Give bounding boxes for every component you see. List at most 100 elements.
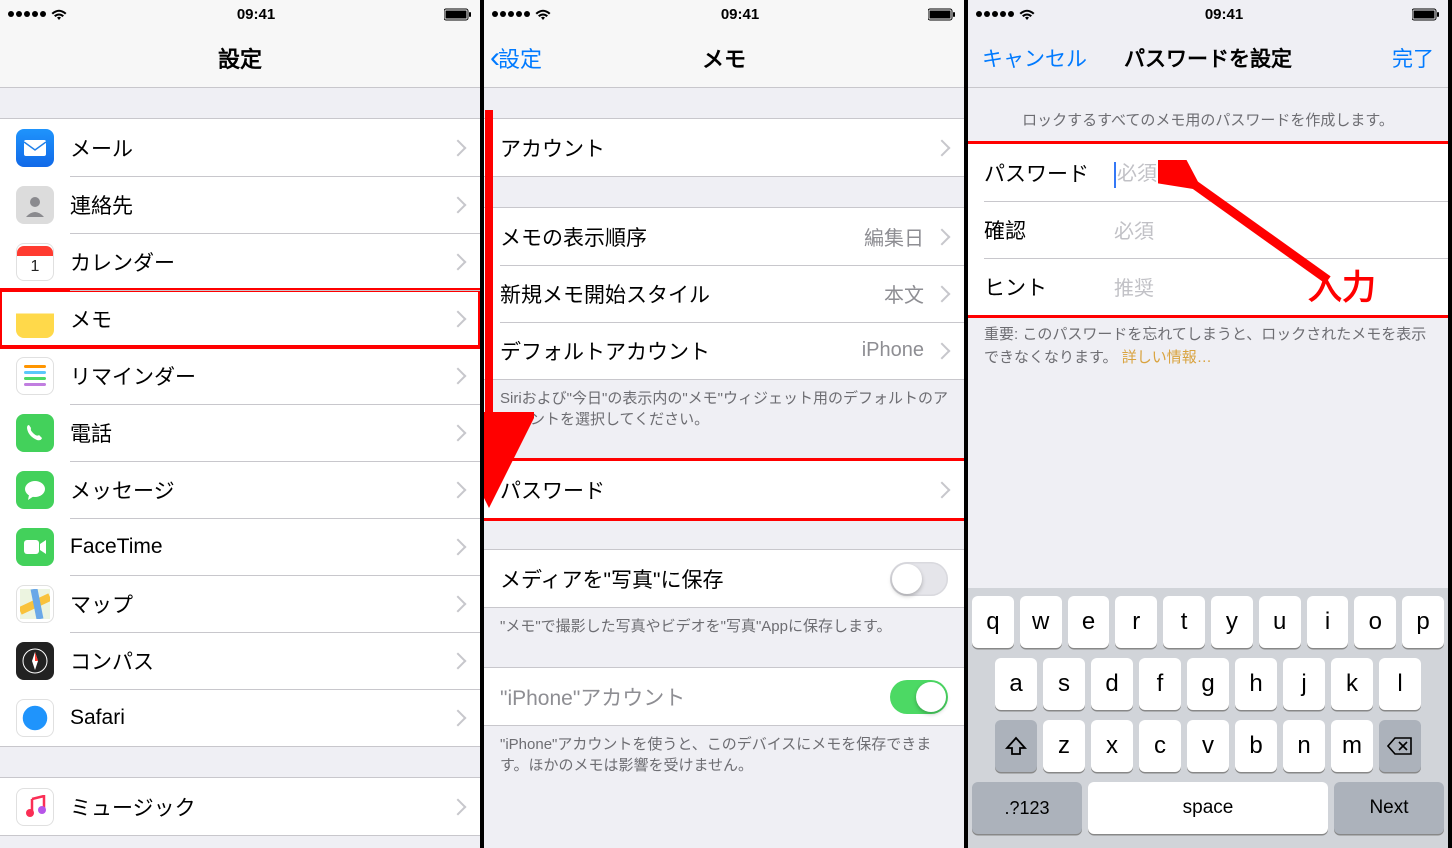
row-label: 連絡先 [70,190,133,220]
back-button[interactable]: ‹ 設定 [490,28,542,87]
signal-dots-icon [8,11,46,17]
key-p[interactable]: p [1402,596,1444,648]
key-b[interactable]: b [1235,720,1277,772]
battery-icon [444,8,472,21]
group-password: パスワード [484,460,964,519]
settings-row-music[interactable]: ミュージック [0,778,480,835]
chevron-right-icon [450,196,467,213]
done-button[interactable]: 完了 [1378,28,1448,87]
compass-icon [16,642,54,680]
row-default-account[interactable]: デフォルトアカウント iPhone [484,322,964,379]
wifi-icon [1018,8,1036,21]
key-w[interactable]: w [1020,596,1062,648]
key-t[interactable]: t [1163,596,1205,648]
key-space[interactable]: space [1088,782,1328,834]
key-v[interactable]: v [1187,720,1229,772]
key-numeric[interactable]: .?123 [972,782,1082,834]
row-newnote-style[interactable]: 新規メモ開始スタイル 本文 [484,265,964,322]
key-q[interactable]: q [972,596,1014,648]
row-value: 本文 [884,279,930,308]
row-verify-field[interactable]: 確認 必須 [968,201,1448,258]
settings-row-messages[interactable]: メッセージ [0,461,480,518]
back-label: 設定 [498,42,542,74]
keyboard-row-4: .?123 space Next [972,782,1444,834]
settings-row-maps[interactable]: マップ [0,575,480,632]
settings-row-phone[interactable]: 電話 [0,404,480,461]
key-next[interactable]: Next [1334,782,1444,834]
key-f[interactable]: f [1139,658,1181,710]
key-k[interactable]: k [1331,658,1373,710]
key-o[interactable]: o [1354,596,1396,648]
chevron-right-icon [450,709,467,726]
settings-row-safari[interactable]: Safari [0,689,480,746]
key-s[interactable]: s [1043,658,1085,710]
row-sort[interactable]: メモの表示順序 編集日 [484,208,964,265]
key-n[interactable]: n [1283,720,1325,772]
screen-settings: 09:41 設定 メール 連絡先 1 カレンダー メモ リ [0,0,484,848]
settings-row-mail[interactable]: メール [0,119,480,176]
hint-input[interactable]: 推奨 [1114,272,1154,301]
row-media-save[interactable]: メディアを"写真"に保存 [484,550,964,607]
key-h[interactable]: h [1235,658,1277,710]
key-i[interactable]: i [1307,596,1349,648]
key-x[interactable]: x [1091,720,1133,772]
key-z[interactable]: z [1043,720,1085,772]
group-display: メモの表示順序 編集日 新規メモ開始スタイル 本文 デフォルトアカウント iPh… [484,207,964,380]
row-accounts[interactable]: アカウント [484,119,964,176]
settings-row-compass[interactable]: コンパス [0,632,480,689]
key-shift[interactable] [995,720,1037,772]
key-r[interactable]: r [1115,596,1157,648]
row-hint-field[interactable]: ヒント 推奨 [968,258,1448,315]
row-label: アカウント [500,133,605,163]
key-backspace[interactable] [1379,720,1421,772]
toggle-media[interactable] [890,562,948,596]
row-label: メモ [70,304,112,334]
key-m[interactable]: m [1331,720,1373,772]
key-d[interactable]: d [1091,658,1133,710]
footer-default: Siriおよび"今日"の表示内の"メモ"ウィジェット用のデフォルトのアカウントを… [484,380,964,430]
settings-row-contacts[interactable]: 連絡先 [0,176,480,233]
signal-dots-icon [976,11,1014,17]
key-l[interactable]: l [1379,658,1421,710]
key-c[interactable]: c [1139,720,1181,772]
key-a[interactable]: a [995,658,1037,710]
group-iphone-account: "iPhone"アカウント [484,667,964,726]
key-y[interactable]: y [1211,596,1253,648]
row-password-field[interactable]: パスワード 必須 [968,144,1448,201]
row-label: マップ [70,589,133,619]
shift-icon [1005,736,1027,756]
chevron-right-icon [934,139,951,156]
group-password-fields: パスワード 必須 確認 必須 ヒント 推奨 [968,143,1448,316]
keyboard-row-3: z x c v b n m [972,720,1444,772]
row-label: カレンダー [70,247,175,277]
calendar-icon: 1 [16,243,54,281]
input-label: 確認 [984,215,1114,245]
keyboard-row-1: q w e r t y u i o p [972,596,1444,648]
text-cursor-icon [1114,162,1116,188]
key-u[interactable]: u [1259,596,1301,648]
settings-row-calendar[interactable]: 1 カレンダー [0,233,480,290]
key-e[interactable]: e [1068,596,1110,648]
navbar: 設定 [0,28,480,88]
row-label: リマインダー [70,361,196,391]
chevron-right-icon [450,367,467,384]
header-description: ロックするすべてのメモ用のパスワードを作成します。 [968,88,1448,137]
row-label: "iPhone"アカウント [500,682,685,712]
more-info-link[interactable]: 詳しい情報… [1122,349,1212,366]
music-icon [16,788,54,826]
chevron-right-icon [450,310,467,327]
row-label: FaceTime [70,535,163,559]
password-input[interactable]: 必須 [1114,157,1157,188]
status-time: 09:41 [1205,6,1243,23]
settings-row-facetime[interactable]: FaceTime [0,518,480,575]
verify-input[interactable]: 必須 [1114,215,1154,244]
key-j[interactable]: j [1283,658,1325,710]
cancel-button[interactable]: キャンセル [968,28,1101,87]
settings-row-reminders[interactable]: リマインダー [0,347,480,404]
key-g[interactable]: g [1187,658,1229,710]
toggle-iphone-account[interactable] [890,680,948,714]
settings-row-notes[interactable]: メモ [0,290,480,347]
group-accounts: アカウント [484,118,964,177]
row-iphone-account[interactable]: "iPhone"アカウント [484,668,964,725]
row-password[interactable]: パスワード [484,461,964,518]
